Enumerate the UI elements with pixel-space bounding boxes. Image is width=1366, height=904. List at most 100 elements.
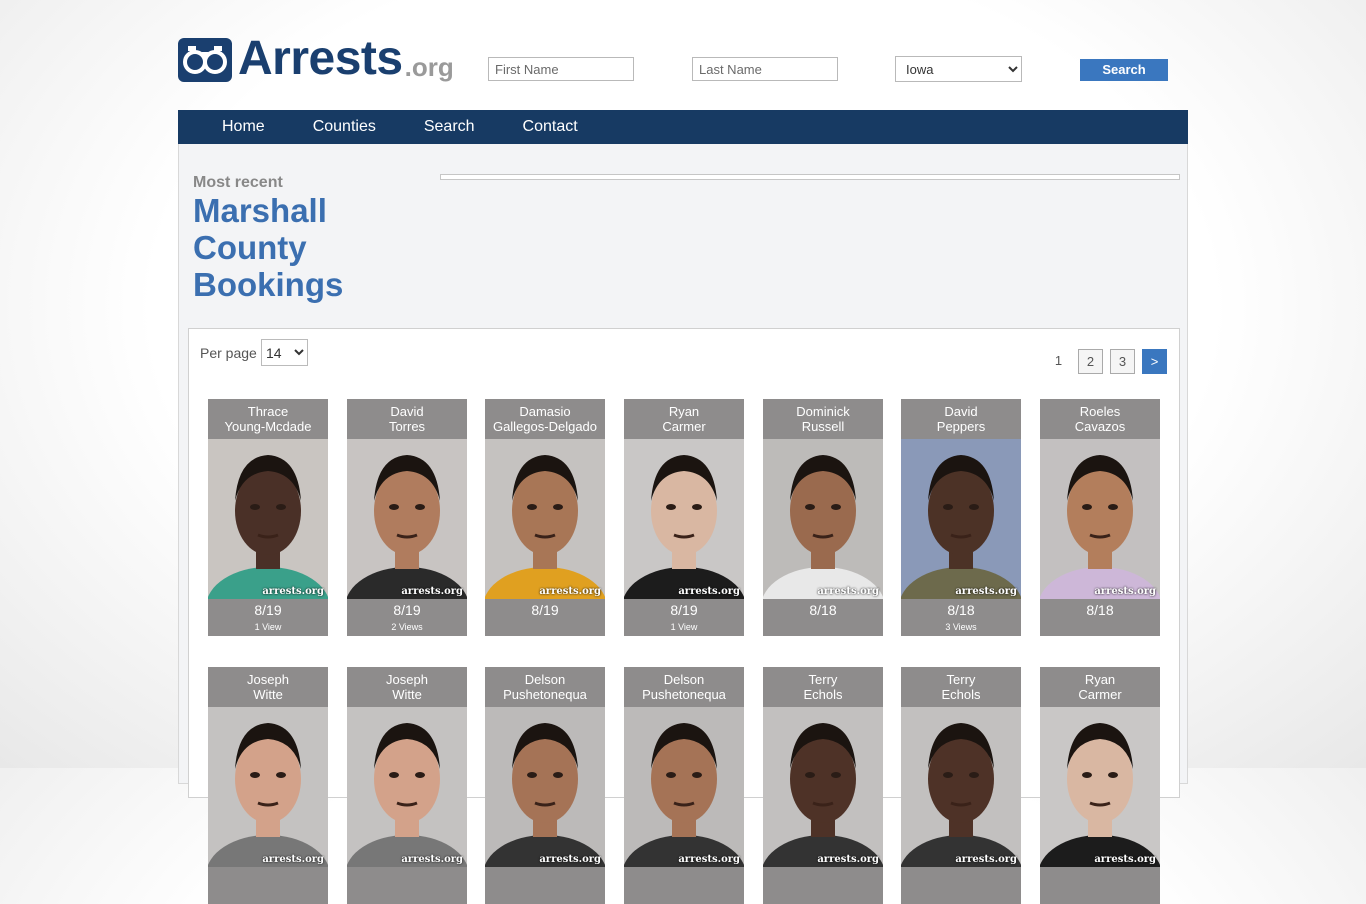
ad-placeholder: [440, 174, 1180, 180]
booking-name[interactable]: Dominick Russell: [763, 399, 883, 439]
first-name: Ryan: [1084, 672, 1116, 687]
page-2-button[interactable]: 2: [1078, 349, 1103, 374]
nav-contact[interactable]: Contact: [523, 118, 578, 136]
last-name: Carmer: [1078, 687, 1122, 702]
mugshot-photo[interactable]: arrests.org: [901, 439, 1021, 599]
last-name: Echols: [941, 687, 981, 702]
handcuffs-logo-icon: [178, 38, 232, 82]
last-name: Pushetonequa: [503, 687, 587, 702]
mugshot-photo[interactable]: arrests.org: [624, 439, 744, 599]
booking-card[interactable]: Roeles Cavazos arrests.org 8/18: [1040, 399, 1160, 636]
watermark: arrests.org: [678, 854, 740, 865]
first-name: Delson: [524, 672, 566, 687]
per-page-label: Per page: [200, 345, 257, 361]
booking-name[interactable]: Delson Pushetonequa: [485, 667, 605, 707]
last-name: Carmer: [662, 419, 706, 434]
mugshot-photo[interactable]: arrests.org: [763, 707, 883, 867]
mugshot-photo[interactable]: arrests.org: [347, 439, 467, 599]
booking-card[interactable]: Joseph Witte arrests.org: [208, 667, 328, 904]
booking-card[interactable]: Terry Echols arrests.org: [763, 667, 883, 904]
nav-home[interactable]: Home: [222, 118, 265, 136]
watermark: arrests.org: [401, 586, 463, 597]
booking-name[interactable]: Ryan Carmer: [1040, 667, 1160, 707]
booking-name[interactable]: Ryan Carmer: [624, 399, 744, 439]
page-3-button[interactable]: 3: [1110, 349, 1135, 374]
booking-name[interactable]: Terry Echols: [763, 667, 883, 707]
last-name: Torres: [388, 419, 426, 434]
view-count: 3 Views: [945, 622, 977, 632]
first-name: Ryan: [668, 404, 700, 419]
watermark: arrests.org: [539, 586, 601, 597]
booking-name[interactable]: Delson Pushetonequa: [624, 667, 744, 707]
last-name: Young-Mcdade: [224, 419, 312, 434]
first-name: Terry: [946, 672, 976, 687]
main-nav: Home Counties Search Contact: [178, 110, 1188, 144]
booking-card[interactable]: Thrace Young-Mcdade arrests.org 8/19 1 View: [208, 399, 328, 636]
booking-card[interactable]: Ryan Carmer arrests.org 8/19 1 View: [624, 399, 744, 636]
watermark: arrests.org: [955, 854, 1017, 865]
mugshot-photo[interactable]: arrests.org: [1040, 707, 1160, 867]
mugshot-photo[interactable]: arrests.org: [485, 707, 605, 867]
booking-name[interactable]: Roeles Cavazos: [1040, 399, 1160, 439]
nav-search[interactable]: Search: [424, 118, 475, 136]
last-name: Peppers: [936, 419, 986, 434]
pagination: 1 2 3 >: [1039, 349, 1167, 374]
mugshot-photo[interactable]: arrests.org: [208, 707, 328, 867]
watermark: arrests.org: [817, 586, 879, 597]
booking-name[interactable]: Terry Echols: [901, 667, 1021, 707]
content-panel: Most recent Marshall County Bookings Per…: [178, 144, 1188, 904]
booking-card[interactable]: Delson Pushetonequa arrests.org: [624, 667, 744, 904]
last-name: Witte: [253, 687, 283, 702]
logo-text: Arrests: [238, 32, 403, 85]
last-name-input[interactable]: [692, 57, 838, 81]
booking-card[interactable]: Ryan Carmer arrests.org: [1040, 667, 1160, 904]
booking-card[interactable]: Terry Echols arrests.org: [901, 667, 1021, 904]
booking-name[interactable]: David Torres: [347, 399, 467, 439]
booking-date: 8/19: [254, 602, 282, 618]
booking-name[interactable]: Joseph Witte: [208, 667, 328, 707]
watermark: arrests.org: [401, 854, 463, 865]
mugshot-photo[interactable]: arrests.org: [1040, 439, 1160, 599]
site-logo[interactable]: Arrests .org: [178, 32, 454, 85]
first-name: David: [390, 404, 424, 419]
booking-date: 8/18: [809, 602, 837, 618]
next-page-button[interactable]: >: [1142, 349, 1167, 374]
booking-card[interactable]: David Torres arrests.org 8/19 2 Views: [347, 399, 467, 636]
mugshot-photo[interactable]: arrests.org: [347, 707, 467, 867]
view-count: 1 View: [254, 622, 282, 632]
page-title: Marshall County Bookings: [193, 192, 344, 303]
booking-date: 8/18: [1086, 602, 1114, 618]
nav-counties[interactable]: Counties: [313, 118, 376, 136]
search-button[interactable]: Search: [1080, 59, 1168, 81]
watermark: arrests.org: [1094, 854, 1156, 865]
logo-tld: .org: [404, 52, 454, 82]
booking-name[interactable]: David Peppers: [901, 399, 1021, 439]
mugshot-photo[interactable]: arrests.org: [624, 707, 744, 867]
state-select[interactable]: Iowa: [895, 56, 1022, 82]
mugshot-photo[interactable]: arrests.org: [901, 707, 1021, 867]
page-current: 1: [1054, 353, 1063, 368]
booking-date: 8/18: [947, 602, 975, 618]
mugshot-photo[interactable]: arrests.org: [763, 439, 883, 599]
bookings-listing: Per page 14 1 2 3 > Thrace Young-Mcdade ar…: [188, 328, 1180, 904]
watermark: arrests.org: [262, 854, 324, 865]
first-name: Dominick: [796, 404, 850, 419]
booking-name[interactable]: Damasio Gallegos-Delgado: [485, 399, 605, 439]
first-name: David: [944, 404, 978, 419]
first-name: Joseph: [386, 672, 428, 687]
per-page-select[interactable]: 14: [261, 339, 308, 366]
first-name: Roeles: [1079, 404, 1121, 419]
booking-date: 8/19: [670, 602, 698, 618]
booking-card[interactable]: Joseph Witte arrests.org: [347, 667, 467, 904]
mugshot-photo[interactable]: arrests.org: [485, 439, 605, 599]
mugshot-photo[interactable]: arrests.org: [208, 439, 328, 599]
booking-card[interactable]: David Peppers arrests.org 8/18 3 Views: [901, 399, 1021, 636]
first-name: Joseph: [247, 672, 289, 687]
first-name-input[interactable]: [488, 57, 634, 81]
last-name: Russell: [801, 419, 845, 434]
booking-card[interactable]: Damasio Gallegos-Delgado arrests.org 8/19: [485, 399, 605, 636]
booking-card[interactable]: Dominick Russell arrests.org 8/18: [763, 399, 883, 636]
booking-name[interactable]: Thrace Young-Mcdade: [208, 399, 328, 439]
booking-name[interactable]: Joseph Witte: [347, 667, 467, 707]
booking-card[interactable]: Delson Pushetonequa arrests.org: [485, 667, 605, 904]
